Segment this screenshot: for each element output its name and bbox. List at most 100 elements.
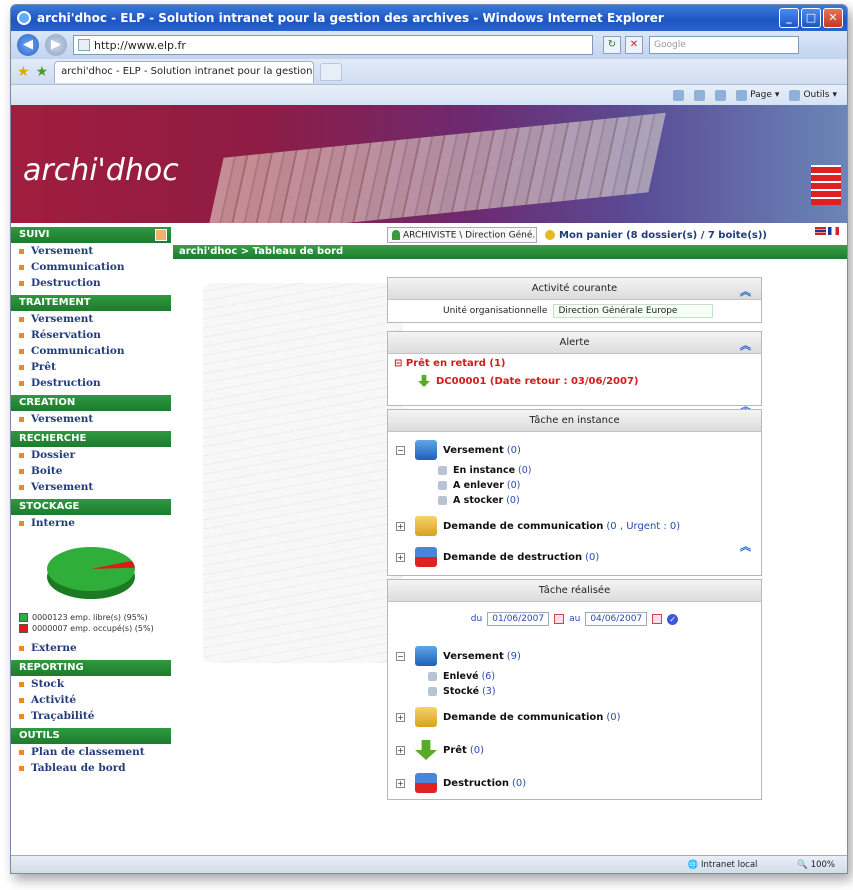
home-icon[interactable] (673, 89, 685, 101)
sidebar-item-traitement-communication[interactable]: Communication (11, 343, 171, 359)
tree-realisee-pret[interactable]: + Prêt (0) (388, 730, 761, 763)
collapse-chevron-icon[interactable]: ︽ (740, 538, 751, 554)
calendar-icon[interactable] (652, 614, 663, 624)
sidebar-item-recherche-boite[interactable]: Boite (11, 463, 171, 479)
tree-stocke[interactable]: Stocké (3) (388, 684, 761, 699)
print-icon[interactable] (715, 89, 727, 101)
sidebar-item-recherche-versement[interactable]: Versement (11, 479, 171, 495)
tree-destruction[interactable]: + Demande de destruction (0) (388, 539, 761, 575)
calendar-icon[interactable] (554, 614, 565, 624)
sidebar-item-creation-versement[interactable]: Versement (11, 411, 171, 427)
date-from-input[interactable]: 01/06/2007 (487, 612, 550, 626)
close-window-button[interactable]: ✕ (823, 8, 843, 28)
bullet-icon (19, 749, 24, 755)
sidebar-item-suivi-destruction[interactable]: Destruction (11, 275, 171, 291)
maximize-button[interactable]: □ (801, 8, 821, 28)
tab-archidhoc[interactable]: archi'dhoc - ELP - Solution intranet pou… (54, 60, 315, 83)
panel-realisee: Tâche réalisée du 01/06/2007 au 04/06/20… (387, 579, 762, 800)
bullet-icon (19, 364, 24, 370)
bullet-icon (19, 520, 24, 526)
tree-realisee-communication[interactable]: + Demande de communication (0) (388, 699, 761, 730)
sidebar-item-recherche-dossier[interactable]: Dossier (11, 447, 171, 463)
user-bar: ARCHIVISTE \ Direction Géné... Mon panie… (387, 225, 847, 245)
forward-button[interactable]: ▶ (45, 34, 67, 56)
storage-pie-svg (47, 547, 135, 599)
sidebar-item-traitement-destruction[interactable]: Destruction (11, 375, 171, 391)
address-bar: ◀ ▶ http://www.elp.fr ↻ ✕ Google (11, 31, 847, 59)
section-reporting: REPORTING (11, 660, 171, 676)
bullet-icon (19, 332, 24, 338)
user-icon (392, 229, 400, 240)
basket-link[interactable]: Mon panier (8 dossier(s) / 7 boite(s)) (545, 229, 767, 241)
expand-toggle-icon[interactable]: + (396, 552, 405, 562)
add-favorite-icon[interactable]: ★ (36, 64, 49, 80)
legend-swatch-used (19, 624, 28, 633)
date-to-input[interactable]: 04/06/2007 (585, 612, 648, 626)
tree-versement[interactable]: − Versement (0) (388, 432, 761, 463)
panel-activite: Activité courante ︽ Unité organisationne… (387, 277, 762, 323)
expand-toggle-icon[interactable]: + (396, 778, 405, 788)
minimize-button[interactable]: _ (779, 8, 799, 28)
collapse-chevron-icon[interactable]: ︽ (740, 281, 751, 303)
stop-button[interactable]: ✕ (625, 36, 643, 54)
tree-en-instance[interactable]: En instance (0) (388, 463, 761, 478)
search-input[interactable]: Google (649, 36, 799, 54)
bullet-icon (19, 280, 24, 286)
tree-a-stocker[interactable]: A stocker (0) (388, 493, 761, 508)
tools-menu[interactable]: Outils ▾ (789, 89, 837, 101)
expand-toggle-icon[interactable]: + (396, 745, 405, 755)
tree-communication[interactable]: + Demande de communication (0 , Urgent : … (388, 508, 761, 539)
url-input[interactable]: http://www.elp.fr (73, 35, 593, 55)
expand-toggle-icon[interactable]: + (396, 521, 405, 531)
app-logo: archi'dhoc (23, 153, 179, 188)
panel-realisee-header: Tâche réalisée (388, 580, 761, 602)
language-flags (815, 227, 839, 235)
uk-flag-icon[interactable] (815, 227, 826, 235)
bullet-icon (19, 713, 24, 719)
collapse-toggle-icon[interactable]: − (396, 445, 405, 455)
tree-realisee-destruction[interactable]: + Destruction (0) (388, 763, 761, 799)
sidebar-item-suivi-communication[interactable]: Communication (11, 259, 171, 275)
app-banner: archi'dhoc (11, 105, 847, 223)
feeds-icon[interactable] (694, 89, 706, 101)
bullet-icon (19, 681, 24, 687)
page-menu[interactable]: Page ▾ (736, 89, 779, 101)
new-tab-button[interactable] (320, 62, 343, 81)
expand-toggle-icon[interactable]: + (396, 712, 405, 722)
ie-icon (17, 11, 31, 25)
sidebar-item-reporting-stock[interactable]: Stock (11, 676, 171, 692)
sidebar-item-traitement-versement[interactable]: Versement (11, 311, 171, 327)
sidebar-item-traitement-reservation[interactable]: Réservation (11, 327, 171, 343)
tree-enleve[interactable]: Enlevé (6) (388, 669, 761, 684)
fr-flag-icon[interactable] (828, 227, 839, 235)
tree-a-enlever[interactable]: A enlever (0) (388, 478, 761, 493)
sidebar-item-stockage-externe[interactable]: Externe (11, 640, 171, 656)
tree-realisee-versement[interactable]: − Versement (9) (388, 636, 761, 669)
sidebar-item-reporting-tracabilite[interactable]: Traçabilité (11, 708, 171, 724)
bullet-icon (19, 452, 24, 458)
unit-select[interactable]: Direction Générale Europe (553, 304, 714, 318)
collapse-chevron-icon[interactable]: ︽ (740, 335, 751, 357)
return-arrow-icon (418, 375, 430, 387)
breadcrumb: archi'dhoc > Tableau de bord (173, 245, 847, 259)
store-icon (428, 687, 437, 696)
unit-row: Unité organisationnelle Direction Généra… (388, 300, 761, 322)
security-zone: 🌐 Intranet local (687, 859, 758, 870)
bullet-icon (19, 348, 24, 354)
back-button[interactable]: ◀ (17, 34, 39, 56)
refresh-button[interactable]: ↻ (603, 36, 621, 54)
sidebar-item-stockage-interne[interactable]: Interne (11, 515, 171, 531)
sidebar-item-suivi-versement[interactable]: Versement (11, 243, 171, 259)
zoom-level[interactable]: 🔍 100% (797, 860, 835, 870)
validate-check-icon[interactable]: ✓ (667, 613, 679, 625)
alert-group[interactable]: ⊟ Prêt en retard (1) (388, 354, 761, 373)
collapse-toggle-icon[interactable]: − (396, 651, 405, 661)
alert-item[interactable]: DC00001 (Date retour : 03/06/2007) (388, 373, 761, 389)
sidebar-item-outils-plan[interactable]: Plan de classement (11, 744, 171, 760)
favorites-star-icon[interactable]: ★ (17, 64, 30, 80)
bullet-icon (19, 380, 24, 386)
sidebar-toggle-icon[interactable] (155, 229, 167, 241)
sidebar-item-reporting-activite[interactable]: Activité (11, 692, 171, 708)
sidebar-item-traitement-pret[interactable]: Prêt (11, 359, 171, 375)
sidebar-item-outils-tableau[interactable]: Tableau de bord (11, 760, 171, 776)
